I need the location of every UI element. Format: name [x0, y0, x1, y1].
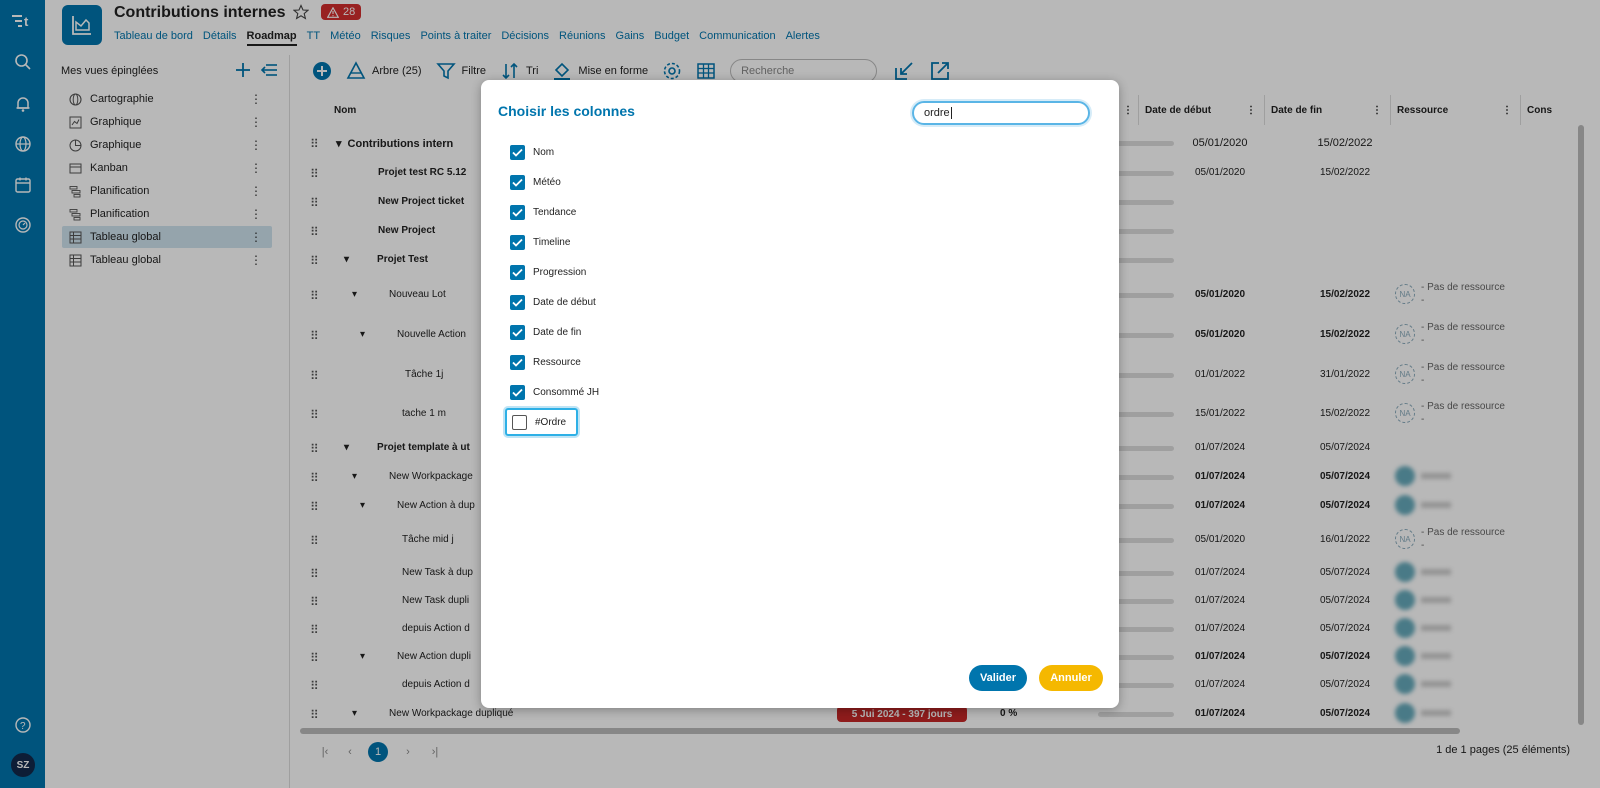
column-option-consomme-jh[interactable]: Consommé JH [510, 381, 599, 403]
column-option-date-debut[interactable]: Date de début [510, 291, 596, 313]
column-search-value: ordre [924, 107, 950, 119]
checkbox-checked-icon[interactable] [510, 174, 525, 190]
option-label: Tendance [533, 206, 577, 218]
checkbox-unchecked-icon[interactable] [512, 414, 527, 430]
option-label: Date de fin [533, 326, 582, 338]
checkbox-checked-icon[interactable] [510, 264, 525, 280]
checkbox-checked-icon[interactable] [510, 234, 525, 250]
option-label: Date de début [533, 296, 596, 308]
option-label: Timeline [533, 236, 571, 248]
checkbox-checked-icon[interactable] [510, 354, 525, 370]
app-root: t ? SZ Contributions internes 28 Tableau… [0, 0, 1600, 788]
column-option-nom[interactable]: Nom [510, 141, 554, 163]
option-label: #Ordre [535, 416, 567, 428]
dialog-title: Choisir les colonnes [498, 103, 635, 119]
choose-columns-dialog: Choisir les colonnes ordre Nom Météo Ten… [481, 80, 1119, 708]
checkbox-checked-icon[interactable] [510, 144, 525, 160]
column-option-ressource[interactable]: Ressource [510, 351, 581, 373]
checkbox-checked-icon[interactable] [510, 294, 525, 310]
checkbox-checked-icon[interactable] [510, 204, 525, 220]
column-option-progression[interactable]: Progression [510, 261, 586, 283]
option-label: Consommé JH [533, 386, 600, 398]
column-option-tendance[interactable]: Tendance [510, 201, 576, 223]
option-label: Nom [533, 146, 555, 158]
column-option-meteo[interactable]: Météo [510, 171, 561, 193]
option-label: Progression [533, 266, 587, 278]
column-option-ordre[interactable]: #Ordre [505, 408, 579, 436]
column-option-timeline[interactable]: Timeline [510, 231, 570, 253]
option-label: Météo [533, 176, 561, 188]
validate-button[interactable]: Valider [969, 665, 1027, 691]
cancel-button[interactable]: Annuler [1039, 665, 1103, 691]
checkbox-checked-icon[interactable] [510, 324, 525, 340]
option-label: Ressource [533, 356, 581, 368]
checkbox-checked-icon[interactable] [510, 384, 525, 400]
column-search-input[interactable]: ordre [912, 101, 1090, 125]
column-option-date-fin[interactable]: Date de fin [510, 321, 581, 343]
